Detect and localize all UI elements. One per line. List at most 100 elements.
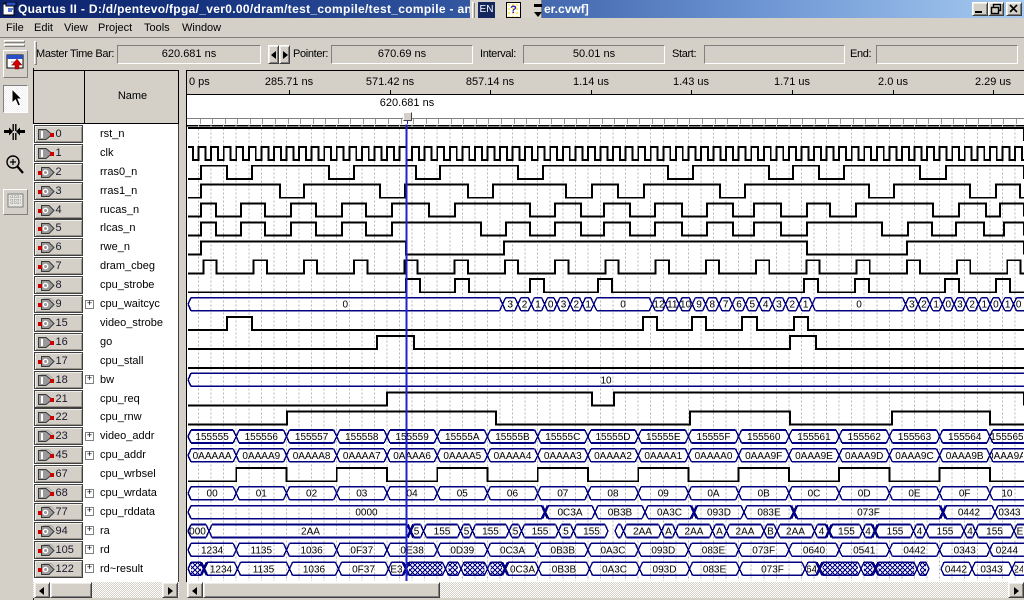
svg-text:083E: 083E [702, 545, 726, 556]
svg-text:1: 1 [585, 300, 591, 311]
svg-text:0541: 0541 [853, 545, 876, 556]
svg-text:4: 4 [967, 527, 973, 538]
svg-text:2: 2 [574, 300, 580, 311]
svg-text:0AAA9D: 0AAA9D [845, 451, 883, 462]
svg-text:15555B: 15555B [495, 432, 530, 443]
svg-text:093D: 093D [707, 508, 731, 519]
svg-text:0AAA9A: 0AAA9A [988, 451, 1024, 462]
svg-text:0E: 0E [908, 489, 921, 500]
svg-text:4: 4 [819, 527, 825, 538]
svg-text:083E: 083E [703, 564, 727, 575]
svg-text:2: 2 [921, 300, 927, 311]
svg-text:0C3A: 0C3A [557, 508, 582, 519]
svg-text:1: 1 [535, 300, 541, 311]
svg-text:1036: 1036 [300, 545, 323, 556]
svg-text:2: 2 [969, 300, 975, 311]
svg-text:8: 8 [710, 300, 716, 311]
svg-text:000: 000 [189, 527, 206, 538]
svg-text:0343: 0343 [954, 545, 977, 556]
svg-text:0AAAA1: 0AAAA1 [644, 451, 682, 462]
svg-text:12: 12 [653, 300, 665, 311]
svg-text:B: B [767, 527, 774, 538]
svg-text:0A3C: 0A3C [600, 545, 625, 556]
svg-text:0442: 0442 [945, 564, 968, 575]
svg-text:11: 11 [667, 300, 678, 311]
svg-text:0D39: 0D39 [450, 545, 474, 556]
svg-text:155556: 155556 [245, 432, 279, 443]
svg-text:0: 0 [993, 300, 999, 311]
svg-text:4: 4 [763, 300, 769, 311]
svg-text:1: 1 [982, 300, 988, 311]
svg-text:4: 4 [917, 527, 923, 538]
svg-text:0AAA9F: 0AAA9F [745, 451, 782, 462]
svg-text:0AAAA6: 0AAAA6 [393, 451, 431, 462]
svg-text:0AAA9B: 0AAA9B [946, 451, 984, 462]
svg-text:0442: 0442 [903, 545, 926, 556]
svg-text:3: 3 [507, 300, 513, 311]
svg-text:155: 155 [838, 527, 855, 538]
svg-text:0C: 0C [808, 489, 821, 500]
svg-text:073F: 073F [857, 508, 880, 519]
svg-text:0E38: 0E38 [400, 545, 424, 556]
svg-text:1036: 1036 [303, 564, 326, 575]
svg-text:5: 5 [513, 527, 519, 538]
svg-text:A: A [665, 527, 672, 538]
svg-text:15555E: 15555E [646, 432, 681, 443]
svg-text:0B3B: 0B3B [551, 545, 576, 556]
svg-text:E3: E3 [390, 564, 403, 575]
svg-text:09: 09 [658, 489, 670, 500]
svg-text:10: 10 [1001, 489, 1013, 500]
svg-text:5: 5 [414, 527, 420, 538]
svg-text:0B: 0B [758, 489, 771, 500]
svg-text:0F: 0F [959, 489, 971, 500]
svg-text:2AA: 2AA [633, 527, 652, 538]
svg-text:0: 0 [548, 300, 554, 311]
svg-text:155558: 155558 [345, 432, 379, 443]
svg-text:10: 10 [600, 375, 612, 386]
svg-text:2: 2 [522, 300, 528, 311]
svg-text:155555: 155555 [195, 432, 229, 443]
svg-text:10: 10 [680, 300, 692, 311]
svg-text:1135: 1135 [253, 564, 275, 575]
svg-text:155: 155 [583, 527, 600, 538]
svg-text:05: 05 [457, 489, 469, 500]
svg-text:073F: 073F [761, 564, 784, 575]
svg-text:155: 155 [887, 527, 904, 538]
svg-text:155560: 155560 [747, 432, 781, 443]
svg-text:0442: 0442 [958, 508, 981, 519]
svg-text:0A3C: 0A3C [602, 564, 627, 575]
svg-text:15555C: 15555C [545, 432, 580, 443]
svg-text:64: 64 [806, 564, 818, 575]
svg-text:06: 06 [507, 489, 519, 500]
svg-text:0D: 0D [858, 489, 871, 500]
svg-text:07: 07 [557, 489, 569, 500]
svg-text:155563: 155563 [898, 432, 932, 443]
svg-text:0: 0 [946, 300, 952, 311]
svg-text:0AAAA0: 0AAAA0 [695, 451, 733, 462]
svg-text:073F: 073F [752, 545, 775, 556]
svg-text:5: 5 [563, 527, 569, 538]
svg-text:155562: 155562 [848, 432, 882, 443]
svg-text:155: 155 [986, 527, 1003, 538]
svg-text:0AAAA4: 0AAAA4 [494, 451, 532, 462]
svg-text:0343: 0343 [998, 508, 1021, 519]
svg-text:0AAA9E: 0AAA9E [795, 451, 833, 462]
svg-text:155564: 155564 [948, 432, 982, 443]
svg-text:0244: 0244 [996, 545, 1019, 556]
svg-text:093D: 093D [653, 564, 677, 575]
svg-text:4: 4 [865, 527, 871, 538]
svg-text:0AAAA2: 0AAAA2 [594, 451, 632, 462]
svg-text:15555F: 15555F [697, 432, 731, 443]
svg-text:15555A: 15555A [445, 432, 480, 443]
svg-text:02: 02 [306, 489, 318, 500]
svg-text:093D: 093D [651, 545, 675, 556]
svg-text:2: 2 [790, 300, 796, 311]
svg-text:0B3B: 0B3B [552, 564, 577, 575]
svg-text:0640: 0640 [803, 545, 826, 556]
svg-text:1: 1 [933, 300, 939, 311]
svg-text:0: 0 [620, 300, 626, 311]
svg-text:9: 9 [696, 300, 702, 311]
svg-text:3: 3 [909, 300, 915, 311]
svg-text:155: 155 [434, 527, 451, 538]
svg-text:0AAAA5: 0AAAA5 [443, 451, 481, 462]
